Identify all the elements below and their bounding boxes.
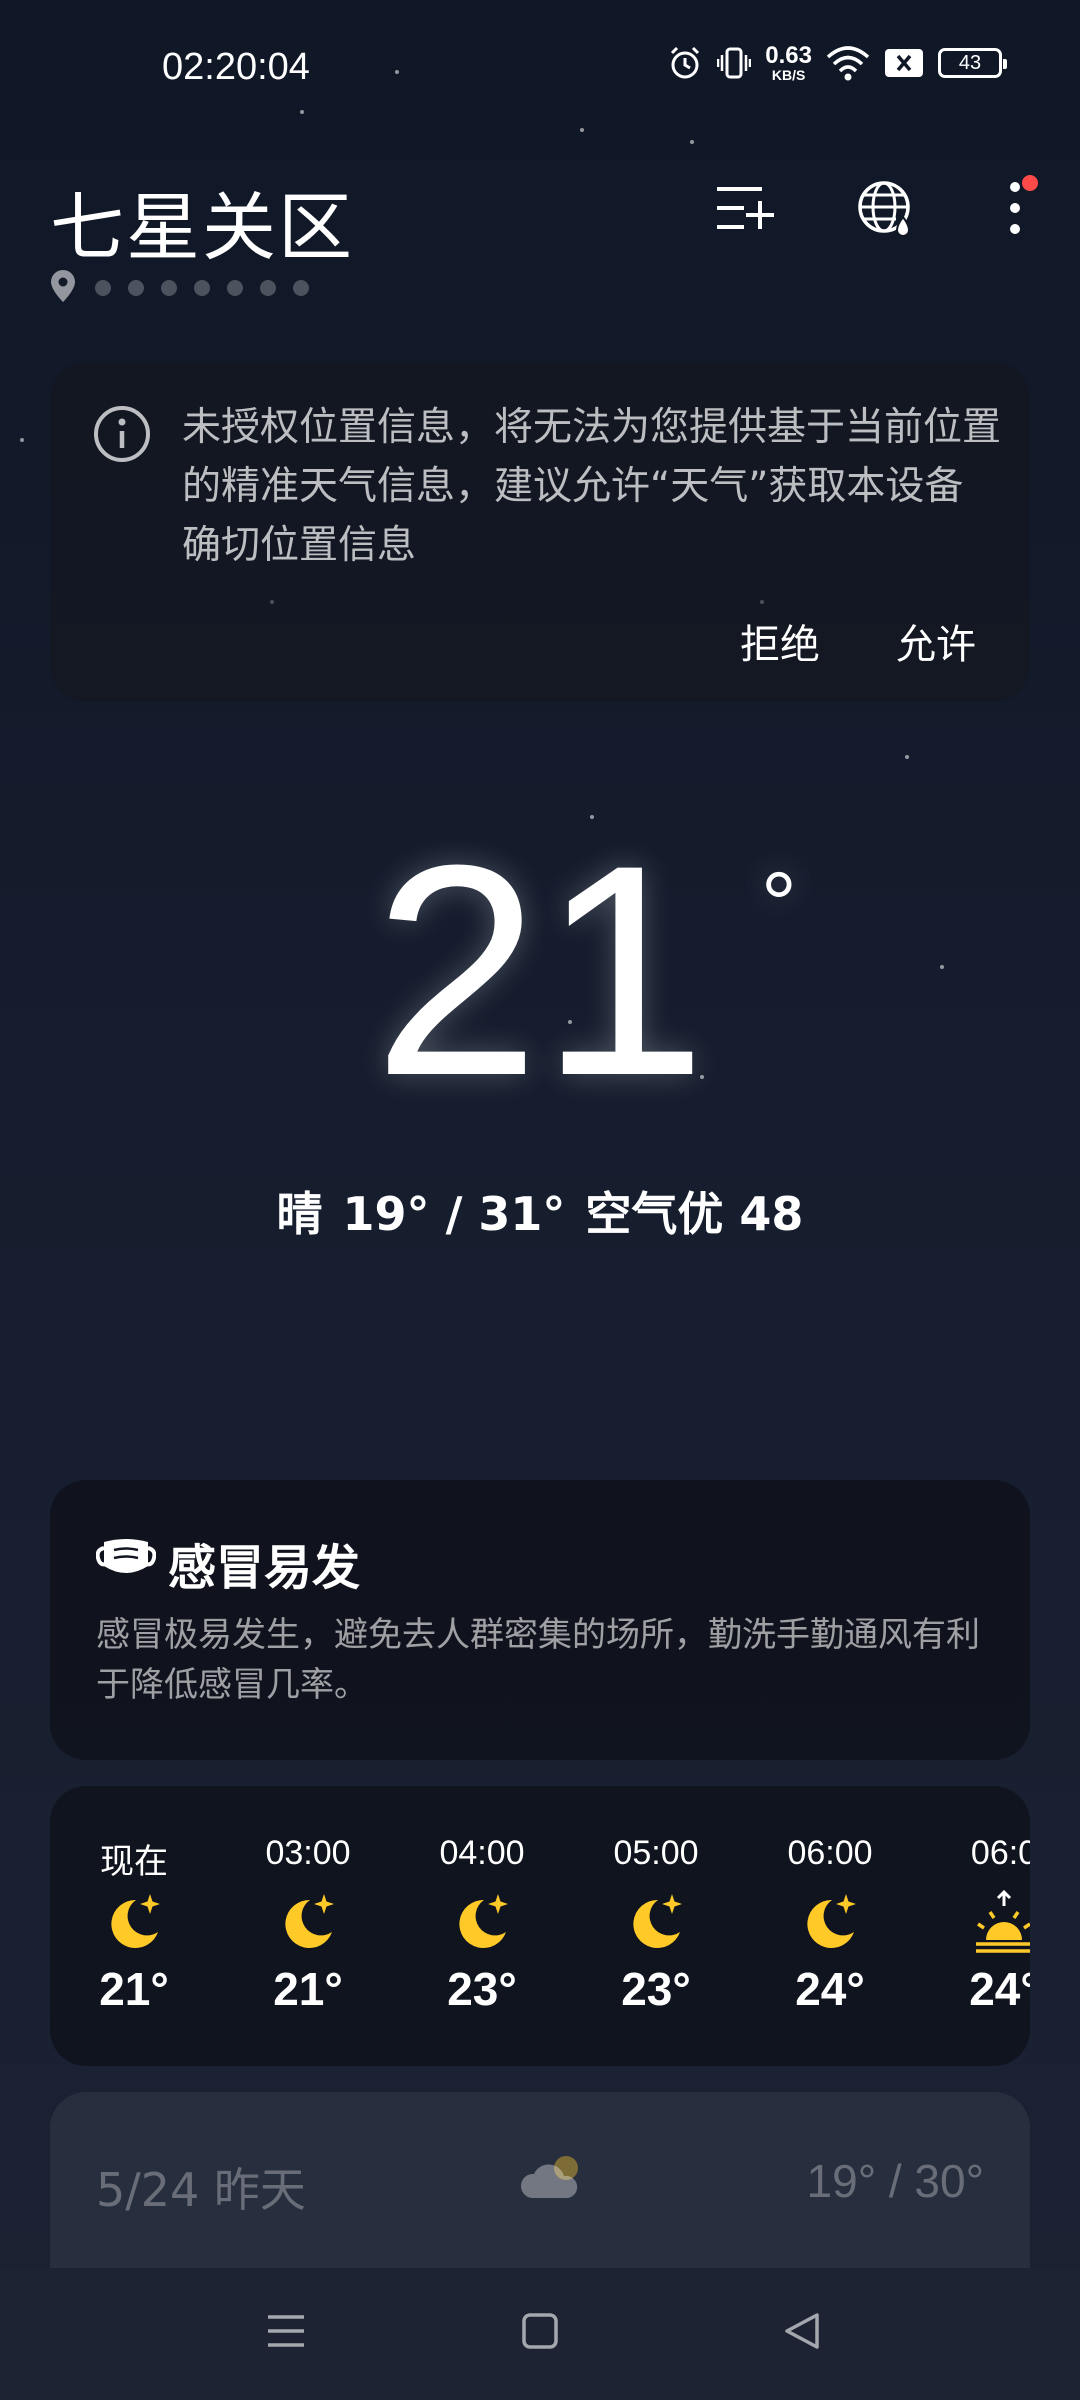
current-temperature: 21 ° bbox=[373, 820, 797, 1120]
hour-label: 05:00 bbox=[613, 1834, 699, 1872]
weather-condition: 晴 bbox=[276, 1187, 323, 1241]
page-dot bbox=[227, 280, 243, 296]
hour-temp: 24° bbox=[795, 1963, 865, 2015]
location-pin-icon bbox=[48, 268, 78, 308]
hour-temp: 21° bbox=[99, 1963, 169, 2015]
add-city-icon bbox=[714, 183, 776, 237]
hour-label: 04:00 bbox=[439, 1834, 525, 1872]
battery-level: 43 bbox=[958, 51, 982, 74]
hour-label: 06:00 bbox=[787, 1834, 873, 1872]
current-temperature-block: 21 ° bbox=[0, 820, 1080, 1120]
allow-button[interactable]: 允许 bbox=[896, 612, 976, 670]
back-icon bbox=[783, 2311, 821, 2355]
status-icons: 0.63 KB/S 43 bbox=[667, 42, 1007, 83]
deny-button[interactable]: 拒绝 bbox=[740, 612, 820, 670]
moon-icon bbox=[624, 1890, 688, 1954]
status-bar: 02:20:04 0.63 KB/S 43 bbox=[0, 0, 1080, 130]
cold-alert-description: 感冒极易发生，避免去人群密集的场所，勤洗手勤通风有利于降低感冒几率。 bbox=[96, 1615, 980, 1705]
hour-label: 03:00 bbox=[265, 1834, 351, 1872]
globe-rain-icon bbox=[856, 177, 918, 243]
star bbox=[690, 140, 694, 144]
cold-alert-card[interactable]: 感冒易发 感冒极易发生，避免去人群密集的场所，勤洗手勤通风有利于降低感冒几率。 bbox=[50, 1480, 1030, 1760]
wifi-icon bbox=[826, 45, 870, 81]
weather-screen: 02:20:04 0.63 KB/S 43 七星关区 未授权位置信息，将无法为您… bbox=[0, 0, 1080, 2400]
moon-icon bbox=[798, 1890, 862, 1954]
page-dot bbox=[95, 280, 111, 296]
more-icon bbox=[1005, 177, 1025, 243]
add-city-button[interactable] bbox=[710, 175, 780, 245]
daily-forecast[interactable]: 5/24 昨天 19° / 30° bbox=[50, 2092, 1030, 2272]
page-dot bbox=[161, 280, 177, 296]
location-permission-card: 未授权位置信息，将无法为您提供基于当前位置的精准天气信息，建议允许“天气”获取本… bbox=[50, 362, 1030, 702]
city-page-indicator bbox=[48, 268, 309, 308]
info-icon bbox=[92, 404, 152, 468]
current-temp-value: 21 bbox=[373, 802, 707, 1138]
weather-summary[interactable]: 晴 19° / 31° 空气优 48 bbox=[0, 1178, 1080, 1244]
cold-alert-title: 感冒易发 bbox=[168, 1540, 361, 1596]
daily-date: 5/24 昨天 bbox=[96, 2163, 306, 2217]
net-speed-unit: KB/S bbox=[771, 67, 806, 83]
air-quality: 空气优 48 bbox=[585, 1187, 804, 1241]
temp-range: 19° / 31° bbox=[342, 1187, 566, 1241]
hour-label: 06:0 bbox=[970, 1834, 1030, 1872]
daily-range: 19° / 30° bbox=[806, 2155, 984, 2207]
moon-icon bbox=[276, 1890, 340, 1954]
page-dot bbox=[128, 280, 144, 296]
city-name[interactable]: 七星关区 bbox=[50, 168, 354, 275]
cloudy-night-icon bbox=[516, 2152, 588, 2208]
battery-icon: 43 bbox=[938, 48, 1007, 78]
hour-temp: 23° bbox=[447, 1963, 517, 2015]
recent-apps-button[interactable] bbox=[246, 2298, 326, 2368]
page-dot bbox=[293, 280, 309, 296]
page-dot bbox=[194, 280, 210, 296]
sunrise-icon bbox=[972, 1889, 1030, 1954]
permission-message: 未授权位置信息，将无法为您提供基于当前位置的精准天气信息，建议允许“天气”获取本… bbox=[182, 405, 1002, 568]
mask-icon bbox=[95, 1536, 157, 1582]
hour-temp: 24° bbox=[969, 1963, 1030, 2015]
moon-icon bbox=[450, 1890, 514, 1954]
net-speed-value: 0.63 bbox=[765, 42, 812, 69]
system-navigation-bar bbox=[0, 2268, 1080, 2400]
star bbox=[905, 755, 909, 759]
back-button[interactable] bbox=[762, 2298, 842, 2368]
menu-icon bbox=[266, 2313, 306, 2353]
page-dot bbox=[260, 280, 276, 296]
notification-dot bbox=[1022, 175, 1038, 191]
sim-blocked-icon bbox=[884, 47, 924, 79]
more-menu-button[interactable] bbox=[980, 175, 1050, 245]
net-speed: 0.63 KB/S bbox=[765, 42, 812, 83]
degree-symbol: ° bbox=[760, 855, 797, 955]
hour-temp: 21° bbox=[273, 1963, 343, 2015]
header-actions bbox=[680, 175, 1080, 245]
hour-label: 现在 bbox=[100, 1843, 168, 1881]
weather-globe-button[interactable] bbox=[852, 175, 922, 245]
hour-temp: 23° bbox=[621, 1963, 691, 2015]
vibrate-icon bbox=[717, 45, 752, 81]
home-button[interactable] bbox=[500, 2298, 580, 2368]
alarm-icon bbox=[667, 45, 703, 81]
status-time: 02:20:04 bbox=[162, 46, 310, 88]
star bbox=[20, 438, 24, 442]
hourly-forecast[interactable]: 现在 21° 03:00 21° 04:00 23° 05:00 23° 06:… bbox=[50, 1786, 1030, 2066]
home-icon bbox=[521, 2312, 559, 2354]
moon-icon bbox=[102, 1890, 166, 1954]
